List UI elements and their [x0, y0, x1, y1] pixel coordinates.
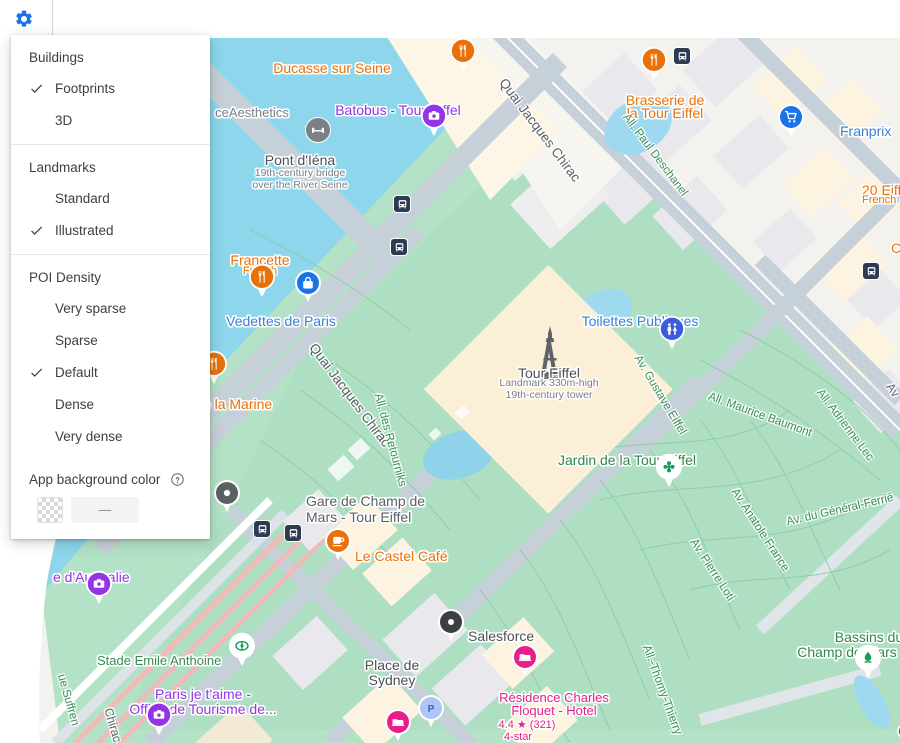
transit-bus-6[interactable]	[284, 524, 302, 542]
background-hex-input[interactable]: —	[71, 497, 139, 523]
pin-gare-champ-de-mars[interactable]	[213, 479, 241, 513]
pin-residence-charles-floquet[interactable]	[511, 643, 539, 677]
hotel-bed-icon	[512, 644, 538, 676]
menu-item-standard[interactable]: Standard	[11, 182, 210, 214]
pin-jardin-tour-eiffel[interactable]	[655, 453, 683, 487]
attraction-icon	[421, 102, 447, 136]
menu-item-very-dense[interactable]: Very dense	[11, 420, 210, 452]
menu-header-poi-density: POI Density	[29, 270, 102, 285]
company-dot-icon	[438, 609, 464, 641]
pin-francette[interactable]	[248, 263, 276, 297]
menu-item-very-sparse[interactable]: Very sparse	[11, 292, 210, 324]
pin-brasserie-tour-eiffel[interactable]	[640, 46, 668, 80]
menu-item-sparse[interactable]: Sparse	[11, 324, 210, 356]
bus-icon	[258, 524, 266, 534]
help-circle-icon-glyph	[171, 473, 185, 486]
fountain-icon	[855, 644, 881, 678]
pin-le-castel-cafe[interactable]	[324, 527, 352, 561]
transit-bus-3[interactable]	[673, 47, 691, 65]
bus-icon	[289, 528, 297, 538]
bus-icon	[867, 266, 875, 276]
menu-item-label: Footprints	[55, 80, 116, 96]
bag-icon	[295, 270, 321, 302]
stadium-icon	[229, 632, 255, 666]
check-icon	[29, 365, 51, 380]
bus-icon	[678, 51, 686, 61]
restaurant-icon	[450, 37, 476, 71]
app-root: Ducasse sur Seine Batobus - Tour Eiffel ce…	[0, 0, 900, 743]
menu-item-label: Default	[55, 364, 98, 380]
menu-item-label: Sparse	[55, 332, 98, 348]
bus-icon	[398, 199, 406, 209]
app-background-color-section: App background color —	[11, 460, 210, 539]
attraction-icon	[146, 701, 172, 735]
svg-text:P: P	[428, 704, 435, 715]
pin-salesforce[interactable]	[437, 608, 465, 642]
menu-section-buildings: Buildings Footprints 3D	[11, 35, 210, 144]
menu-item-dense[interactable]: Dense	[11, 388, 210, 420]
eiffel-tower-illustration	[539, 326, 561, 379]
help-circle-icon[interactable]	[170, 472, 185, 487]
attraction-icon	[86, 570, 112, 604]
restroom-icon	[659, 315, 685, 349]
pin-hotel-bottom-left[interactable]	[384, 708, 412, 742]
check-icon	[29, 223, 51, 238]
parking-icon: P	[418, 695, 444, 727]
gear-icon[interactable]	[12, 7, 36, 31]
bus-icon	[395, 242, 403, 252]
bridge-icon	[312, 127, 324, 133]
restaurant-icon	[641, 46, 667, 80]
transit-bus-5[interactable]	[253, 520, 271, 538]
menu-item-default[interactable]: Default	[11, 356, 210, 388]
app-background-color-label: App background color	[29, 472, 161, 487]
check-icon	[29, 81, 51, 96]
pin-paris-je-taime[interactable]	[145, 701, 173, 735]
pin-toilettes-publiques[interactable]	[658, 315, 686, 349]
menu-section-landmarks: Landmarks Standard Illustrated	[11, 144, 210, 254]
pin-vedettes-de-paris[interactable]	[294, 269, 322, 303]
pin-ave-daustralie[interactable]	[85, 570, 113, 604]
transit-bus-2[interactable]	[390, 238, 408, 256]
menu-item-label: Illustrated	[55, 222, 114, 238]
menu-item-label: 3D	[55, 112, 73, 128]
restaurant-icon	[249, 263, 275, 297]
pin-ducasse-sur-seine[interactable]	[449, 37, 477, 71]
menu-item-illustrated[interactable]: Illustrated	[11, 214, 210, 246]
menu-item-label: Dense	[55, 396, 95, 412]
transit-bus-4[interactable]	[862, 262, 880, 280]
menu-item-label: Very sparse	[55, 300, 127, 316]
gear-icon-glyph	[16, 10, 32, 27]
menu-item-footprints[interactable]: Footprints	[11, 72, 210, 104]
pin-stade-emile-anthoine[interactable]	[228, 632, 256, 666]
toolbar-divider	[52, 0, 53, 38]
menu-item-label: Standard	[55, 190, 110, 206]
menu-item-3d[interactable]: 3D	[11, 104, 210, 136]
toolbar	[0, 0, 900, 38]
menu-header-landmarks: Landmarks	[29, 160, 96, 175]
hotel-bed-icon	[385, 709, 411, 741]
train-station-icon	[214, 480, 240, 512]
transit-bus-1[interactable]	[393, 195, 411, 213]
pin-franprix[interactable]	[777, 103, 805, 137]
cafe-icon	[325, 528, 351, 560]
transparent-checker-swatch[interactable]	[37, 497, 63, 523]
menu-item-label: Very dense	[55, 428, 123, 444]
park-flower-icon	[656, 453, 682, 487]
map-settings-menu[interactable]: Buildings Footprints 3D Landmarks Standard Il…	[11, 35, 210, 539]
menu-header-buildings: Buildings	[29, 50, 84, 65]
shopping-cart-icon	[778, 104, 804, 136]
transit-pont-diena[interactable]	[305, 117, 331, 143]
pin-bassins-champ-de-mars[interactable]	[854, 644, 882, 678]
pin-parking[interactable]: P	[417, 694, 445, 728]
menu-section-poi-density: POI Density Very sparse Sparse Default Dense…	[11, 254, 210, 460]
pin-batobus[interactable]	[420, 102, 448, 136]
